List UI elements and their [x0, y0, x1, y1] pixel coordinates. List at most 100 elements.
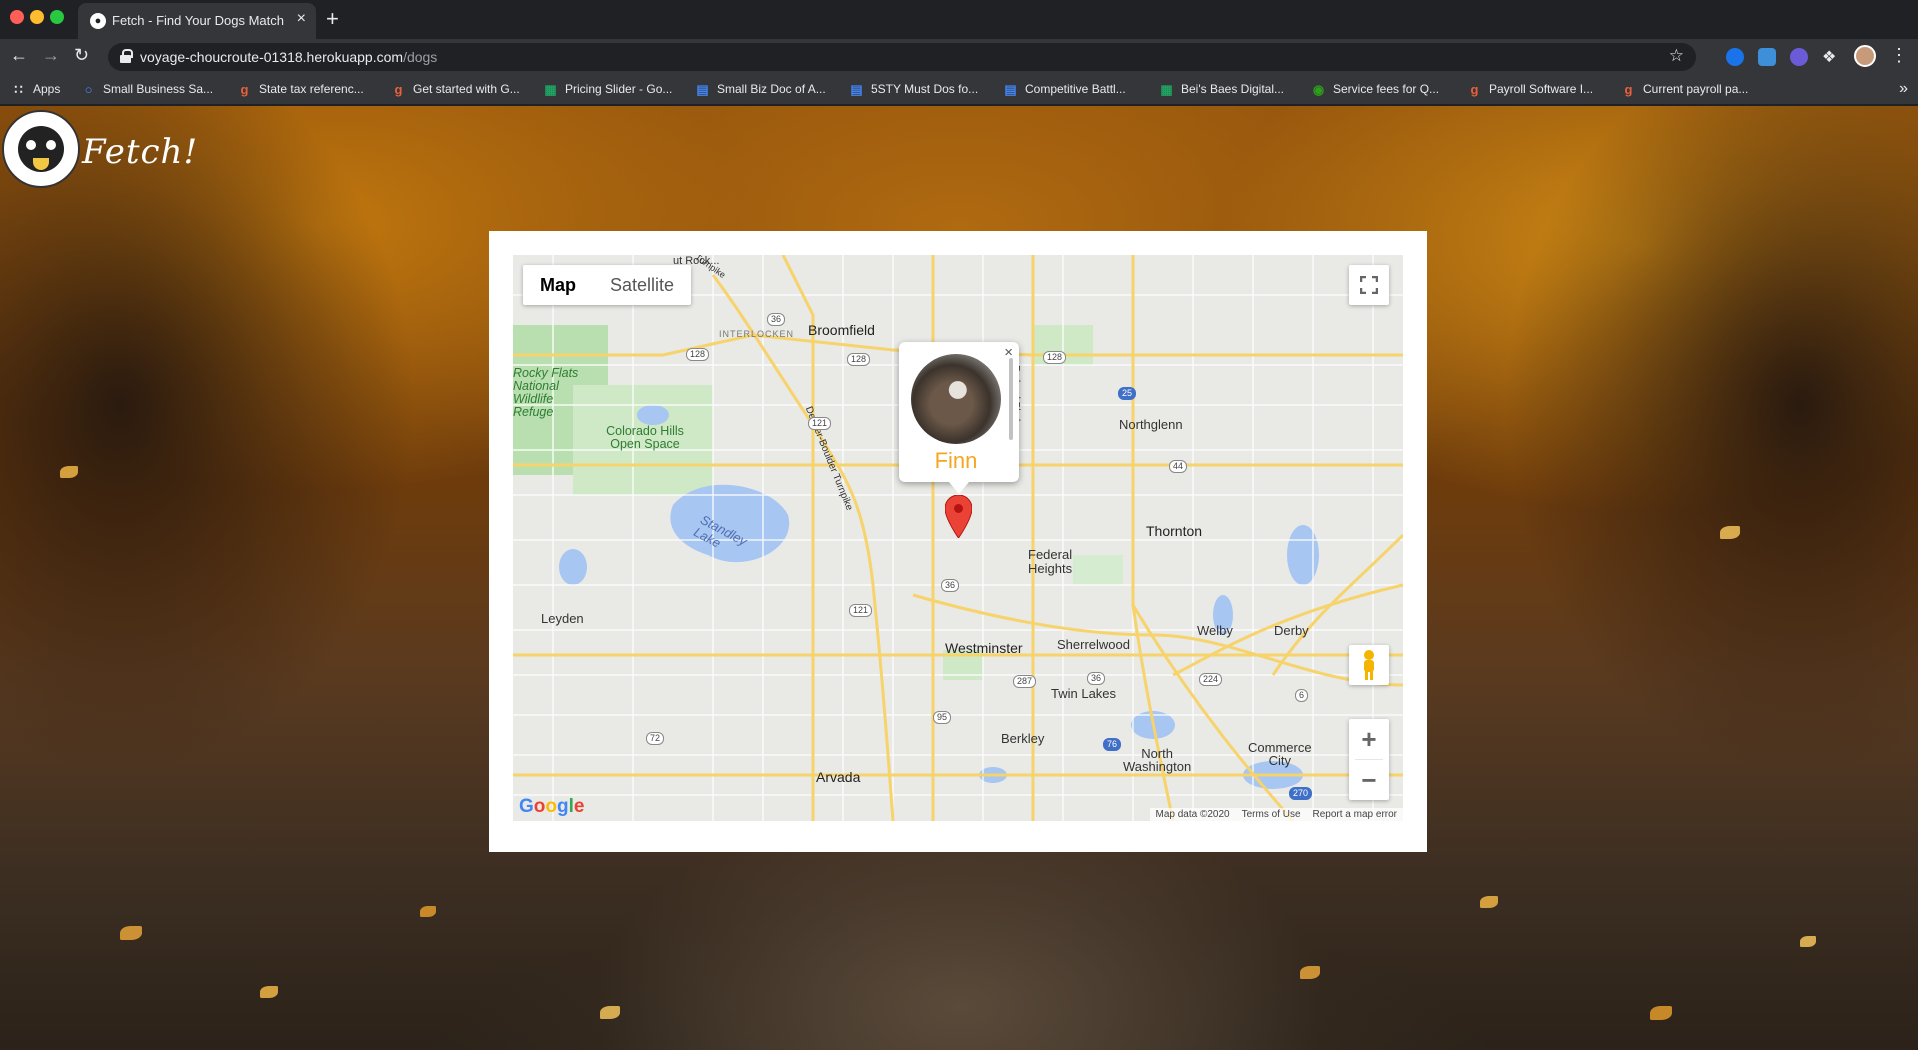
zoom-control: + − [1349, 719, 1389, 800]
bookmark-icon: g [394, 81, 403, 97]
google-logo[interactable]: Google [519, 796, 584, 818]
dog-photo [911, 354, 1001, 444]
url-host: voyage-choucroute-01318.herokuapp.com [140, 49, 404, 65]
bookmark-icon: ∷ [14, 81, 23, 97]
highway-shield: 121 [808, 417, 832, 430]
bookmark-icon: ▤ [850, 81, 863, 97]
map-label-derby: Derby [1274, 623, 1309, 638]
bookmark-item[interactable]: ○ Small Business Sa... [82, 82, 213, 96]
map-label-northglenn: Northglenn [1119, 417, 1183, 432]
fetch-logo[interactable] [2, 110, 80, 188]
forward-arrow-icon[interactable]: → [42, 45, 60, 66]
leaf-decoration [120, 926, 142, 940]
terms-of-use-link[interactable]: Terms of Use [1242, 809, 1301, 820]
highway-shield: 128 [1043, 351, 1067, 364]
extension-calendar-icon[interactable] [1758, 48, 1776, 66]
bookmarks-bar: ∷ Apps ○ Small Business Sa... g State tax r… [0, 75, 1918, 105]
bookmark-item[interactable]: ▤ Competitive Battl... [1004, 81, 1126, 97]
highway-shield: 72 [646, 732, 665, 745]
bookmark-item[interactable]: ▦ Bei's Baes Digital... [1160, 82, 1284, 96]
bookmark-icon: ▦ [544, 81, 557, 97]
bookmark-icon: g [1470, 81, 1479, 97]
highway-shield: 36 [941, 579, 960, 592]
bookmark-icon: ▦ [1160, 81, 1173, 97]
highway-shield: 121 [849, 604, 873, 617]
bookmark-label: Small Biz Doc of A... [717, 82, 826, 96]
bookmark-item[interactable]: g Current payroll pa... [1622, 81, 1749, 97]
highway-shield: 36 [767, 313, 786, 326]
highway-shield: 224 [1199, 673, 1223, 686]
map-label-interlocken: INTERLOCKEN [719, 329, 795, 339]
map-type-control: Map Satellite [523, 265, 692, 305]
leaf-decoration [1800, 936, 1816, 947]
interstate-shield: 25 [1118, 387, 1137, 400]
dog-name[interactable]: Finn [899, 448, 1013, 474]
bookmark-label: 5STY Must Dos fo... [871, 82, 979, 96]
more-bookmarks-icon[interactable]: » [1899, 80, 1908, 98]
bookmark-item[interactable]: ▦ Pricing Slider - Go... [544, 82, 672, 96]
fullscreen-button[interactable] [1349, 265, 1389, 305]
bookmark-item[interactable]: ◉ Service fees for Q... [1312, 82, 1439, 96]
leaf-decoration [420, 906, 436, 917]
bookmark-label: Competitive Battl... [1025, 82, 1126, 96]
extensions-puzzle-icon[interactable]: ❖ [1822, 47, 1836, 67]
map-type-satellite-button[interactable]: Satellite [593, 265, 691, 305]
bookmark-icon: ◉ [1312, 81, 1325, 97]
info-window-scrollbar[interactable] [1009, 358, 1013, 440]
street-view-pegman[interactable] [1349, 645, 1389, 685]
bookmark-label: Bei's Baes Digital... [1181, 82, 1285, 96]
map-label-arvada: Arvada [816, 769, 861, 785]
google-map[interactable]: ut Rock... Turnpike Broomfield INTERLOCK… [513, 255, 1403, 821]
minimize-window-button[interactable] [30, 10, 44, 24]
bookmark-star-icon[interactable]: ☆ [1669, 46, 1684, 66]
profile-avatar[interactable] [1854, 45, 1876, 67]
map-attribution: Map data ©2020 Terms of Use Report a map… [1149, 808, 1403, 821]
bookmark-icon: ▤ [1004, 81, 1017, 97]
map-type-map-button[interactable]: Map [523, 265, 593, 305]
leaf-decoration [1650, 1006, 1672, 1020]
close-window-button[interactable] [10, 10, 24, 24]
map-label-twin-lakes: Twin Lakes [1051, 686, 1117, 701]
map-label-westminster: Westminster [945, 640, 1023, 656]
bookmark-item[interactable]: g Get started with G... [392, 82, 520, 96]
highway-shield: 95 [933, 711, 952, 724]
bookmark-item[interactable]: ▤ 5STY Must Dos fo... [850, 82, 978, 96]
zoom-in-button[interactable]: + [1349, 719, 1389, 759]
browser-tab[interactable]: ● Fetch - Find Your Dogs Match × [78, 3, 316, 39]
report-map-error-link[interactable]: Report a map error [1313, 809, 1397, 820]
map-marker-pin[interactable] [944, 494, 973, 543]
map-label-federal-heights: Federal Heights [1028, 547, 1073, 576]
bookmark-label: Payroll Software I... [1489, 82, 1594, 96]
map-pin-icon [944, 494, 973, 539]
bookmark-label: Current payroll pa... [1643, 82, 1749, 96]
map-label-sherrelwood: Sherrelwood [1057, 637, 1130, 652]
bookmark-item[interactable]: ∷ Apps [12, 82, 60, 96]
bookmark-item[interactable]: ▤ Small Biz Doc of A... [696, 82, 826, 96]
leaf-decoration [1300, 966, 1320, 979]
extension-shield-icon[interactable] [1790, 48, 1808, 66]
browser-toolbar: ← → ↻ voyage-choucroute-01318.herokuapp.… [0, 39, 1918, 75]
leaf-decoration [60, 466, 78, 478]
new-tab-button[interactable]: + [326, 6, 339, 32]
extension-circle-icon[interactable] [1726, 48, 1744, 66]
bookmark-item[interactable]: g State tax referenc... [238, 82, 364, 96]
browser-tab-strip: ● Fetch - Find Your Dogs Match × + [0, 0, 1918, 39]
bookmark-icon: g [1624, 81, 1633, 97]
tab-close-icon[interactable]: × [297, 10, 306, 28]
zoom-out-button[interactable]: − [1349, 760, 1389, 800]
highway-shield: 36 [1087, 672, 1106, 685]
fullscreen-icon [1359, 275, 1379, 295]
logo-text[interactable]: Fetch! [82, 132, 198, 172]
map-data-text: Map data ©2020 [1155, 809, 1230, 820]
bookmark-label: Small Business Sa... [103, 82, 214, 96]
bookmark-label: State tax referenc... [259, 82, 364, 96]
bookmark-icon: ○ [84, 81, 93, 97]
bookmark-item[interactable]: g Payroll Software I... [1468, 81, 1594, 97]
address-bar[interactable]: voyage-choucroute-01318.herokuapp.com/do… [108, 43, 1696, 71]
menu-kebab-icon[interactable]: ⋮ [1890, 45, 1908, 66]
lock-icon [120, 49, 133, 63]
back-arrow-icon[interactable]: ← [10, 45, 28, 66]
reload-icon[interactable]: ↻ [74, 45, 89, 66]
bookmark-label: Get started with G... [413, 82, 520, 96]
maximize-window-button[interactable] [50, 10, 64, 24]
